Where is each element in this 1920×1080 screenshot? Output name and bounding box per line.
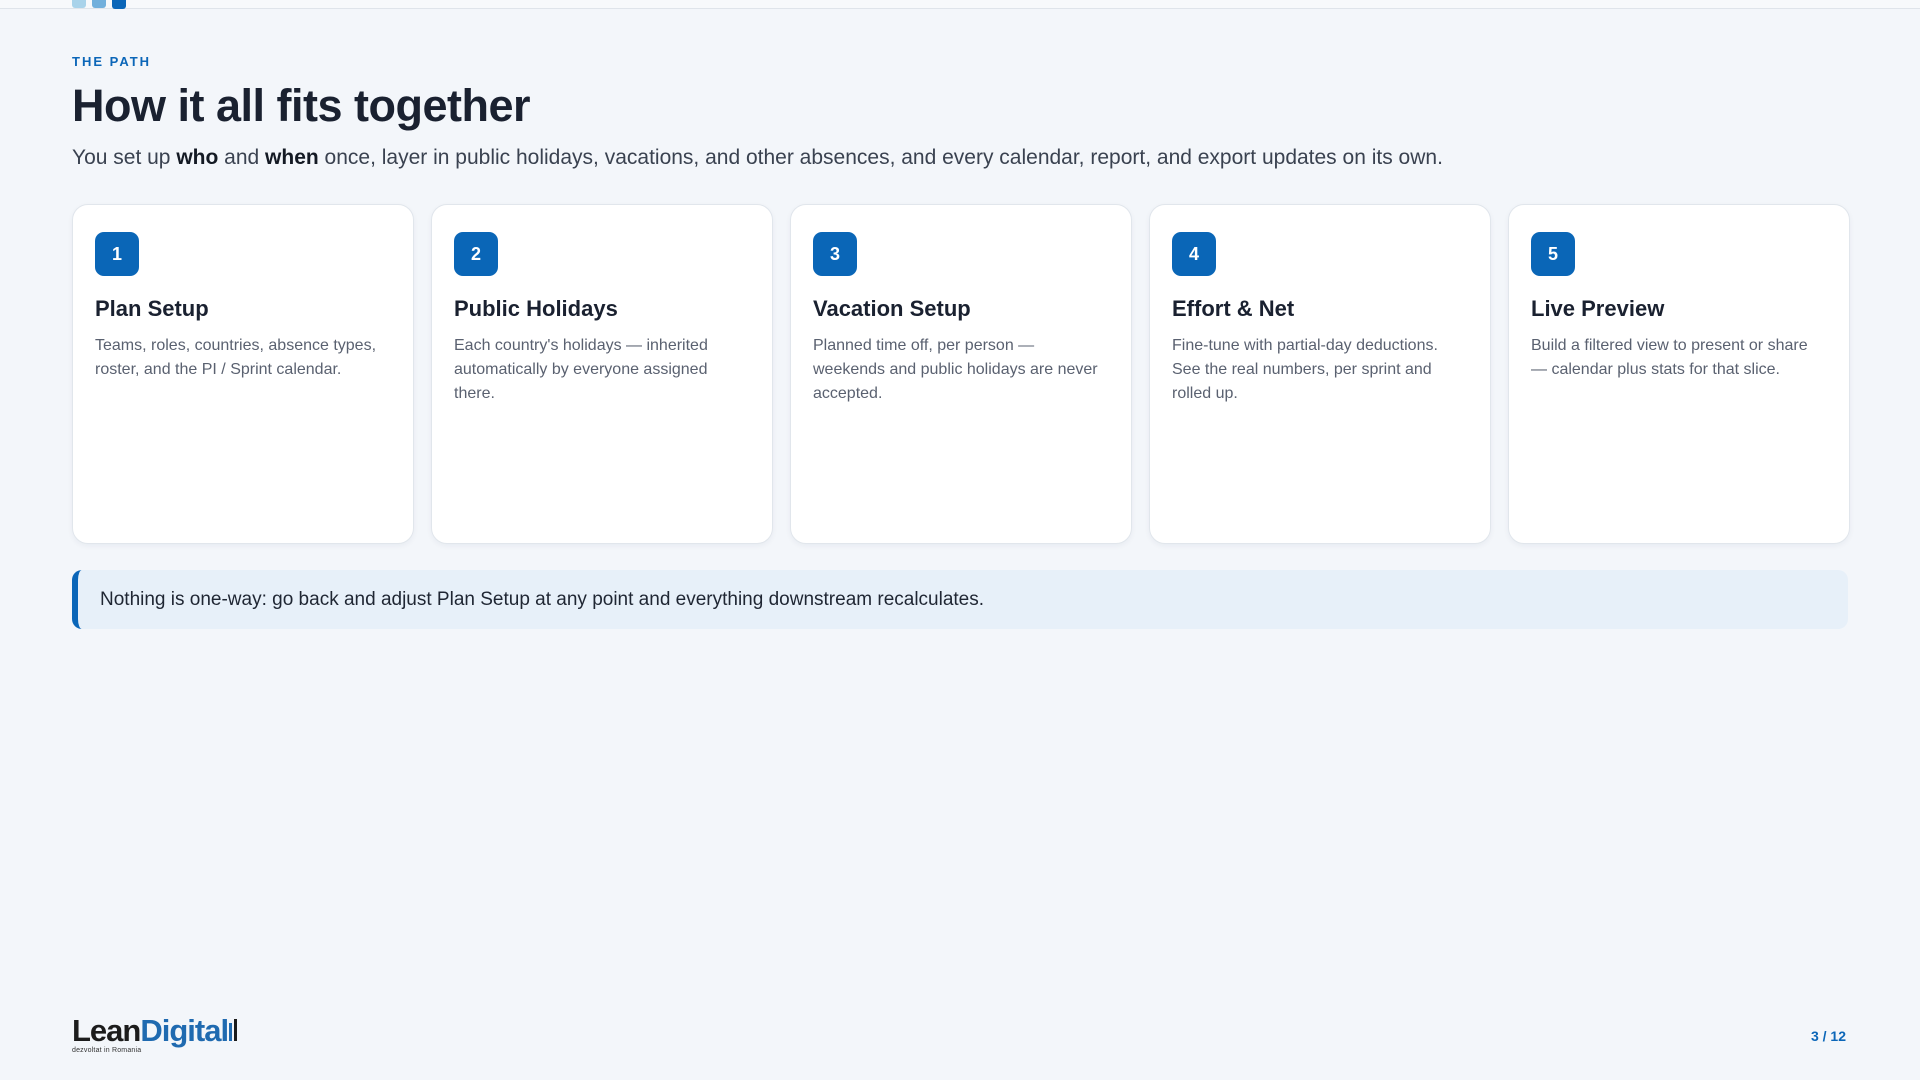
step-card-effort-net: 4 Effort & Net Fine-tune with partial-da… (1149, 204, 1491, 544)
step-card-live-preview: 5 Live Preview Build a filtered view to … (1508, 204, 1850, 544)
page-counter: 3 / 12 (1810, 1028, 1846, 1044)
step-description: Each country's holidays — inherited auto… (454, 337, 708, 402)
step-title: Vacation Setup (813, 296, 971, 321)
step-number-badge: 2 (454, 232, 498, 276)
step-description: Planned time off, per person — weekends … (813, 337, 1098, 402)
callout-text: Nothing is one-way: go back and adjust P… (100, 588, 985, 610)
step-title: Effort & Net (1172, 296, 1295, 321)
logo-digital-text: Digital (140, 1013, 229, 1048)
top-progress-bar (0, 0, 1920, 9)
page-title: How it all fits together (72, 80, 531, 131)
step-title: Live Preview (1531, 296, 1665, 321)
step-card-vacation-setup: 3 Vacation Setup Planned time off, per p… (790, 204, 1132, 544)
steps-row: 1 Plan Setup Teams, roles, countries, ab… (72, 204, 1850, 544)
step-number-badge: 5 (1531, 232, 1575, 276)
logo-bars-icon (229, 1019, 238, 1041)
subtitle-text: and (218, 146, 266, 169)
progress-segment-current (112, 0, 126, 9)
step-card-plan-setup: 1 Plan Setup Teams, roles, countries, ab… (72, 204, 414, 544)
logo-lean-text: Lean (72, 1013, 141, 1048)
step-number-badge: 3 (813, 232, 857, 276)
subtitle-text: You set up (72, 146, 177, 169)
logo-wordmark: LeanDigital (72, 1013, 239, 1048)
step-title: Plan Setup (95, 296, 209, 321)
step-title: Public Holidays (454, 296, 618, 321)
subtitle-emphasis-when: when (265, 146, 319, 169)
subtitle-emphasis-who: who (176, 146, 219, 169)
progress-segment (72, 0, 86, 8)
page-subtitle: You set up who and when once, layer in p… (72, 146, 1443, 170)
company-logo: LeanDigital dezvoltat in Romania (72, 1013, 239, 1054)
step-description: Build a filtered view to present or shar… (1531, 337, 1808, 378)
progress-segment (92, 0, 106, 8)
section-eyebrow: THE PATH (72, 54, 152, 69)
step-description: Teams, roles, countries, absence types, … (95, 337, 377, 378)
info-callout: Nothing is one-way: go back and adjust P… (72, 570, 1848, 629)
step-number-badge: 1 (95, 232, 139, 276)
subtitle-text: once, layer in public holidays, vacation… (318, 146, 1443, 169)
step-description: Fine-tune with partial-day deductions. S… (1172, 337, 1438, 402)
step-card-public-holidays: 2 Public Holidays Each country's holiday… (431, 204, 773, 544)
slide-progress-indicator (72, 0, 126, 9)
step-number-badge: 4 (1172, 232, 1216, 276)
logo-tagline: dezvoltat in Romania (72, 1047, 142, 1054)
